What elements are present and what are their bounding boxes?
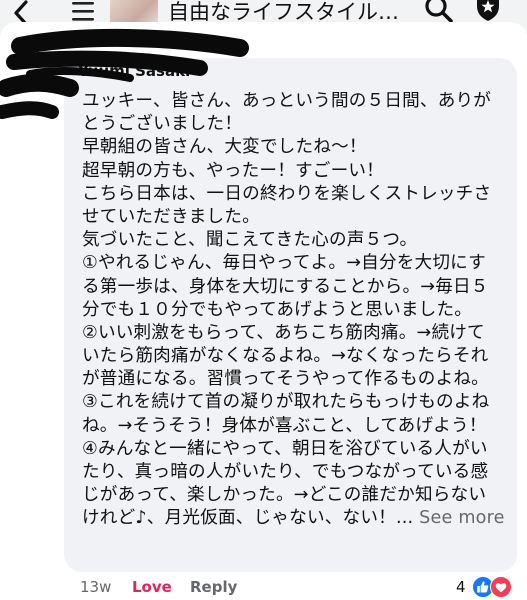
love-button[interactable]: Love (132, 578, 172, 596)
comment-line: とうございました！ (82, 114, 243, 135)
search-icon[interactable] (424, 0, 454, 24)
reaction-count[interactable]: 4 (456, 578, 466, 596)
see-more-link[interactable]: See more (419, 508, 505, 528)
comment-line: ④みんなと一緒にやって、朝日を浴びている人がい (82, 438, 488, 459)
comment-line: 早朝組の皆さん、大変でしたね〜！ (82, 137, 367, 158)
comment-line: ①やれるじゃん、毎日やってよ。→自分を大切にす (82, 253, 486, 274)
comment-line: ③これを続けて首の凝りが取れたらもっけものよね (82, 392, 490, 413)
reply-button[interactable]: Reply (190, 578, 237, 596)
comment-line: る第一歩は、身体を大切にすることから。→毎日５ (82, 276, 489, 297)
comment-line: たり、真っ暗の人がいたり、でもつながっている感 (82, 462, 489, 482)
hamburger-icon[interactable] (70, 0, 96, 24)
comment-line: 気づいたこと、聞こえてきた心の声５つ。 (82, 230, 418, 251)
comment-text: ユッキー、皆さん、あっという間の５日間、ありが とうございました！ 早朝組の皆さ… (82, 90, 512, 531)
ellipsis: ... (395, 508, 414, 529)
comment-line: 分でも１０分でもやってあげようと思いました。 (82, 299, 473, 320)
comment-line: ね。→そうそう！身体が喜ぶこと、してあげよう！ (82, 415, 487, 436)
comment-line: せていただきました。 (82, 206, 260, 227)
comment-line: が普通になる。習慣ってそうやって作るものよね。 (82, 369, 489, 390)
comment-last-line: けれど♪、月光仮面、じゃない、ない！... See more (82, 507, 512, 530)
comment-line: ②いい刺激をもらって、あちこち筋肉痛。→続けて (82, 322, 485, 343)
comment-line: いたら筋肉痛がなくなるよね。→なくなったらそれ (82, 346, 489, 367)
comment-line: けれど♪、月光仮面、じゃない、ない！ (82, 508, 396, 529)
comment-line: 超早朝の方も、やったー！すごーい！ (82, 160, 384, 181)
comment-line: こちら日本は、一日の終わりを楽しくストレッチさ (82, 183, 492, 204)
comment-line: ユッキー、皆さん、あっという間の５日間、ありが (82, 91, 492, 111)
shield-icon[interactable] (474, 0, 502, 22)
comment-timestamp[interactable]: 13w (80, 578, 111, 596)
comment-line: じがあって、楽しかった。→どこの誰だか知らない (82, 485, 487, 506)
heart-icon[interactable] (490, 576, 512, 598)
